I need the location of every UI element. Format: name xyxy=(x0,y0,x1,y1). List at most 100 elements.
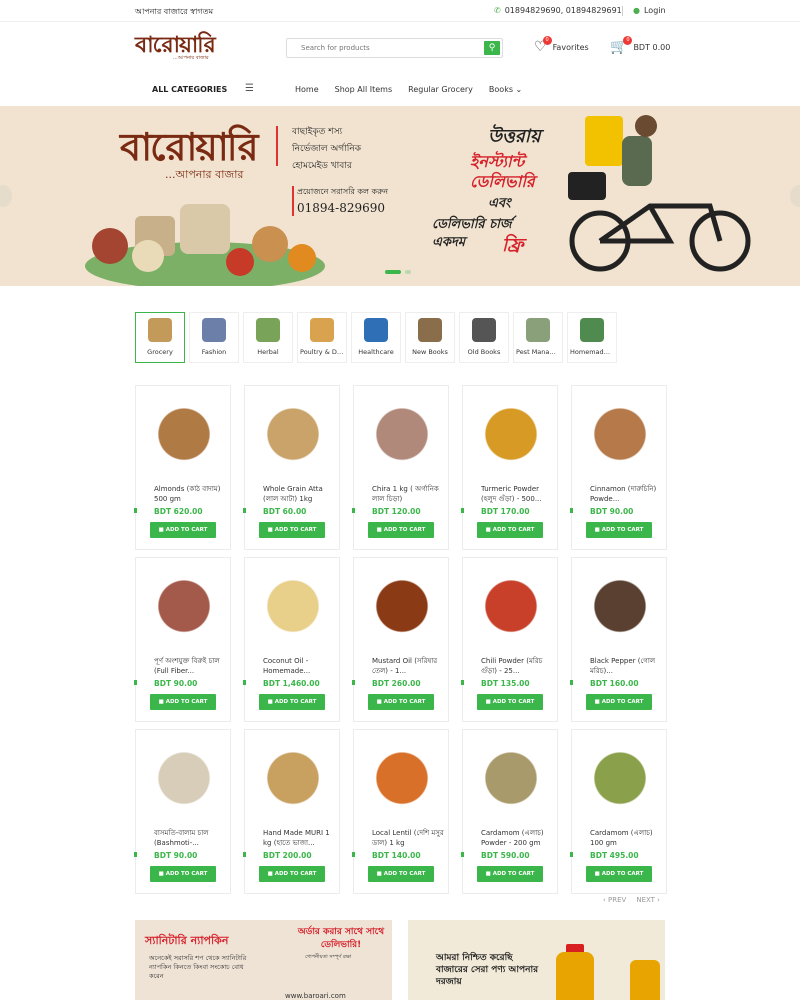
nav-item-home[interactable]: Home xyxy=(295,85,319,94)
add-to-cart-button[interactable]: ■ ADD TO CART xyxy=(150,694,216,710)
product-name[interactable]: Turmeric Powder (হলুদ গুঁড়া) - 500... xyxy=(481,484,555,504)
product-card[interactable]: Chili Powder (মরিচ গুঁড়া) - 25... BDT 13… xyxy=(461,557,558,722)
prev-page-button[interactable]: ‹ PREV xyxy=(603,896,626,904)
cart-link[interactable]: 🛒 0 BDT 0.00 xyxy=(610,36,670,54)
add-to-cart-button[interactable]: ■ ADD TO CART xyxy=(259,694,325,710)
add-to-cart-button[interactable]: ■ ADD TO CART xyxy=(150,866,216,882)
add-to-cart-button[interactable]: ■ ADD TO CART xyxy=(368,694,434,710)
product-card[interactable]: Local Lentil (দেশি মসুর ডাল) 1 kg BDT 140… xyxy=(352,729,449,894)
category-item[interactable]: Old Books xyxy=(459,312,509,363)
hero-banner[interactable]: বারোয়ারি ...আপনার বাজার বাছাইকৃত শস্য ন… xyxy=(0,106,800,286)
favorites-link[interactable]: ♡ 0 Favorites xyxy=(534,36,589,54)
promo-banner-sanitary[interactable]: স্যানিটারি ন্যাপকিন অনেকেই সরাসরি শপ থেক… xyxy=(135,920,392,1000)
add-to-cart-button[interactable]: ■ ADD TO CART xyxy=(259,522,325,538)
category-item[interactable]: Grocery xyxy=(135,312,185,363)
add-to-cart-button[interactable]: ■ ADD TO CART xyxy=(259,866,325,882)
product-card[interactable]: Mustard Oil (সরিষার তেল) - 1... BDT 260.0… xyxy=(352,557,449,722)
add-to-cart-button[interactable]: ■ ADD TO CART xyxy=(477,522,543,538)
product-name[interactable]: Whole Grain Atta (লাল আটা) 1kg xyxy=(263,484,337,504)
product-card[interactable]: Coconut Oil - Homemade... BDT 1,460.00 ■ A… xyxy=(243,557,340,722)
product-name[interactable]: Cardamom (এলাচ) Powder - 200 gm xyxy=(481,828,555,848)
add-to-cart-label: ADD TO CART xyxy=(165,699,208,705)
product-image[interactable] xyxy=(263,744,323,806)
product-card[interactable]: Black Pepper (গোল মরিচ)... BDT 160.00 ■ AD… xyxy=(570,557,667,722)
product-card[interactable]: Chira 1 kg ( অর্গানিক লাল চিড়া) BDT 120.… xyxy=(352,385,449,550)
product-image[interactable] xyxy=(481,400,541,462)
product-card[interactable]: Turmeric Powder (হলুদ গুঁড়া) - 500... BD… xyxy=(461,385,558,550)
product-name[interactable]: Mustard Oil (সরিষার তেল) - 1... xyxy=(372,656,446,676)
add-to-cart-button[interactable]: ■ ADD TO CART xyxy=(586,694,652,710)
category-item[interactable]: Poultry & Dairy xyxy=(297,312,347,363)
product-image[interactable] xyxy=(263,572,323,634)
product-name[interactable]: Almonds (কাঠ বাদাম) 500 gm xyxy=(154,484,228,504)
product-image[interactable] xyxy=(481,572,541,634)
phone-icon: ✆ xyxy=(494,6,501,15)
top-bar: আপনার বাজারে স্বাগতম ✆ 01894829690, 0189… xyxy=(0,0,800,22)
add-to-cart-button[interactable]: ■ ADD TO CART xyxy=(368,522,434,538)
product-card[interactable]: Whole Grain Atta (লাল আটা) 1kg BDT 60.00 ■… xyxy=(243,385,340,550)
product-image[interactable] xyxy=(154,572,214,634)
product-image[interactable] xyxy=(590,572,650,634)
next-page-button[interactable]: NEXT › xyxy=(636,896,660,904)
add-to-cart-label: ADD TO CART xyxy=(165,527,208,533)
product-card[interactable]: Cardamom (এলাচ) 100 gm BDT 495.00 ■ ADD TO… xyxy=(570,729,667,894)
banner-dot[interactable] xyxy=(405,270,411,274)
product-image[interactable] xyxy=(481,744,541,806)
product-name[interactable]: Hand Made MURI 1 kg (হাতে ভাজা... xyxy=(263,828,337,848)
add-to-cart-button[interactable]: ■ ADD TO CART xyxy=(477,866,543,882)
category-item[interactable]: Pest Manage... xyxy=(513,312,563,363)
product-image[interactable] xyxy=(372,572,432,634)
product-image[interactable] xyxy=(154,400,214,462)
product-card[interactable]: Almonds (কাঠ বাদাম) 500 gm BDT 620.00 ■ AD… xyxy=(134,385,231,550)
add-to-cart-button[interactable]: ■ ADD TO CART xyxy=(477,694,543,710)
product-card[interactable]: Cinnamon (দারুচিনি) Powde... BDT 90.00 ■ A… xyxy=(570,385,667,550)
product-name[interactable]: Coconut Oil - Homemade... xyxy=(263,656,337,676)
category-label: Healthcare xyxy=(358,348,394,356)
product-card[interactable]: Hand Made MURI 1 kg (হাতে ভাজা... BDT 200… xyxy=(243,729,340,894)
site-logo[interactable]: বারোয়ারি ...আপনার বাজার xyxy=(135,33,216,67)
price-marker xyxy=(570,680,573,685)
product-image[interactable] xyxy=(590,400,650,462)
add-to-cart-button[interactable]: ■ ADD TO CART xyxy=(368,866,434,882)
category-item[interactable]: Fashion xyxy=(189,312,239,363)
banner-tagline: ...আপনার বাজার xyxy=(165,168,244,181)
search-input[interactable] xyxy=(287,39,477,57)
product-image[interactable] xyxy=(372,400,432,462)
promo-banner-oil[interactable]: আমরা নিশ্চিত করেছি বাজারের সেরা পণ্য আপন… xyxy=(408,920,665,1000)
category-item[interactable]: New Books xyxy=(405,312,455,363)
product-name[interactable]: বাসমতি-বালাম চাল (Bashmoti-... xyxy=(154,828,228,848)
product-card[interactable]: Cardamom (এলাচ) Powder - 200 gm BDT 590.0… xyxy=(461,729,558,894)
add-to-cart-button[interactable]: ■ ADD TO CART xyxy=(586,522,652,538)
nav-item-shop-all[interactable]: Shop All Items xyxy=(335,85,393,94)
product-image[interactable] xyxy=(372,744,432,806)
product-name[interactable]: Cinnamon (দারুচিনি) Powde... xyxy=(590,484,664,504)
product-card[interactable]: বাসমতি-বালাম চাল (Bashmoti-... BDT 90.00 ■… xyxy=(134,729,231,894)
product-image[interactable] xyxy=(154,744,214,806)
hamburger-icon[interactable]: ☰ xyxy=(245,83,254,94)
category-item[interactable]: Herbal xyxy=(243,312,293,363)
product-image[interactable] xyxy=(590,744,650,806)
product-name[interactable]: Chira 1 kg ( অর্গানিক লাল চিড়া) xyxy=(372,484,446,504)
add-to-cart-button[interactable]: ■ ADD TO CART xyxy=(586,866,652,882)
category-item[interactable]: Homemade F... xyxy=(567,312,617,363)
top-tagline: আপনার বাজারে স্বাগতম xyxy=(135,7,214,16)
product-name[interactable]: Chili Powder (মরিচ গুঁড়া) - 25... xyxy=(481,656,555,676)
category-item[interactable]: Healthcare xyxy=(351,312,401,363)
login-label: Login xyxy=(643,6,666,15)
banner-feature: বাছাইকৃত শস্য xyxy=(292,127,343,137)
category-label: Poultry & Dairy xyxy=(300,348,346,356)
product-name[interactable]: Black Pepper (গোল মরিচ)... xyxy=(590,656,664,676)
login-link[interactable]: ● Login xyxy=(633,6,666,15)
product-name[interactable]: পূর্ণ অংশযুক্ত বিরুই চাল (Full Fiber... xyxy=(154,656,228,676)
product-name[interactable]: Cardamom (এলাচ) 100 gm xyxy=(590,828,664,848)
search-button[interactable]: ⚲ xyxy=(484,41,500,55)
nav-item-regular-grocery[interactable]: Regular Grocery xyxy=(408,85,473,94)
nav-item-books[interactable]: Books ⌄ xyxy=(489,85,522,94)
product-name[interactable]: Local Lentil (দেশি মসুর ডাল) 1 kg xyxy=(372,828,446,848)
product-card[interactable]: পূর্ণ অংশযুক্ত বিরুই চাল (Full Fiber... B… xyxy=(134,557,231,722)
cart-icon: 🛒 0 xyxy=(610,36,633,54)
banner-dot-active[interactable] xyxy=(385,270,401,274)
product-image[interactable] xyxy=(263,400,323,462)
add-to-cart-button[interactable]: ■ ADD TO CART xyxy=(150,522,216,538)
all-categories-button[interactable]: ALL CATEGORIES xyxy=(152,85,227,94)
